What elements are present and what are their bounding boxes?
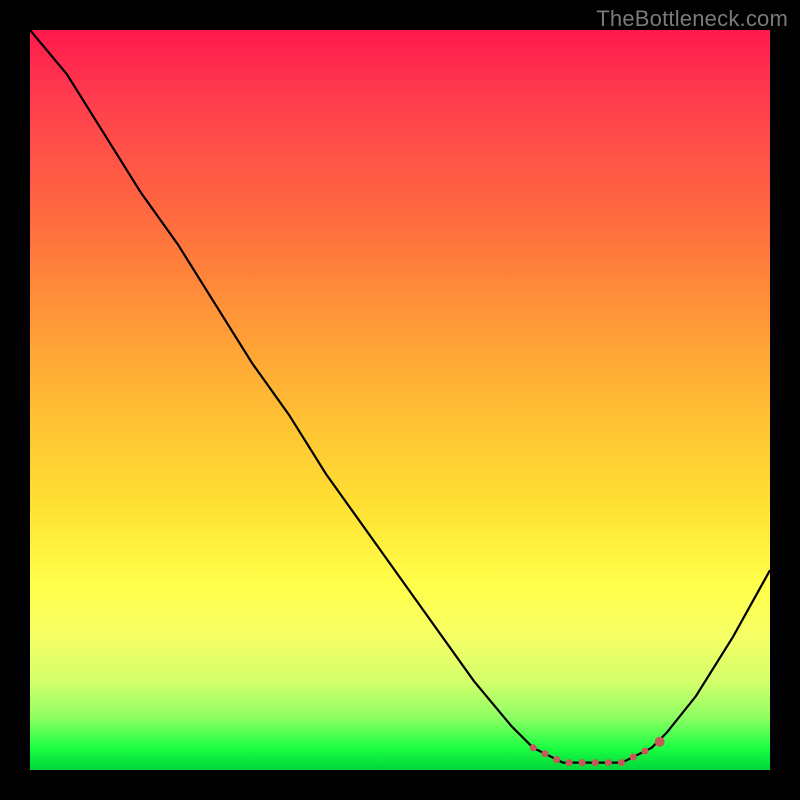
- bottleneck-curve: [30, 30, 770, 763]
- chart-svg: [30, 30, 770, 770]
- plateau-dots: [533, 748, 651, 763]
- watermark-text: TheBottleneck.com: [596, 6, 788, 32]
- plateau-end-dot: [655, 737, 665, 747]
- outer-frame: TheBottleneck.com: [0, 0, 800, 800]
